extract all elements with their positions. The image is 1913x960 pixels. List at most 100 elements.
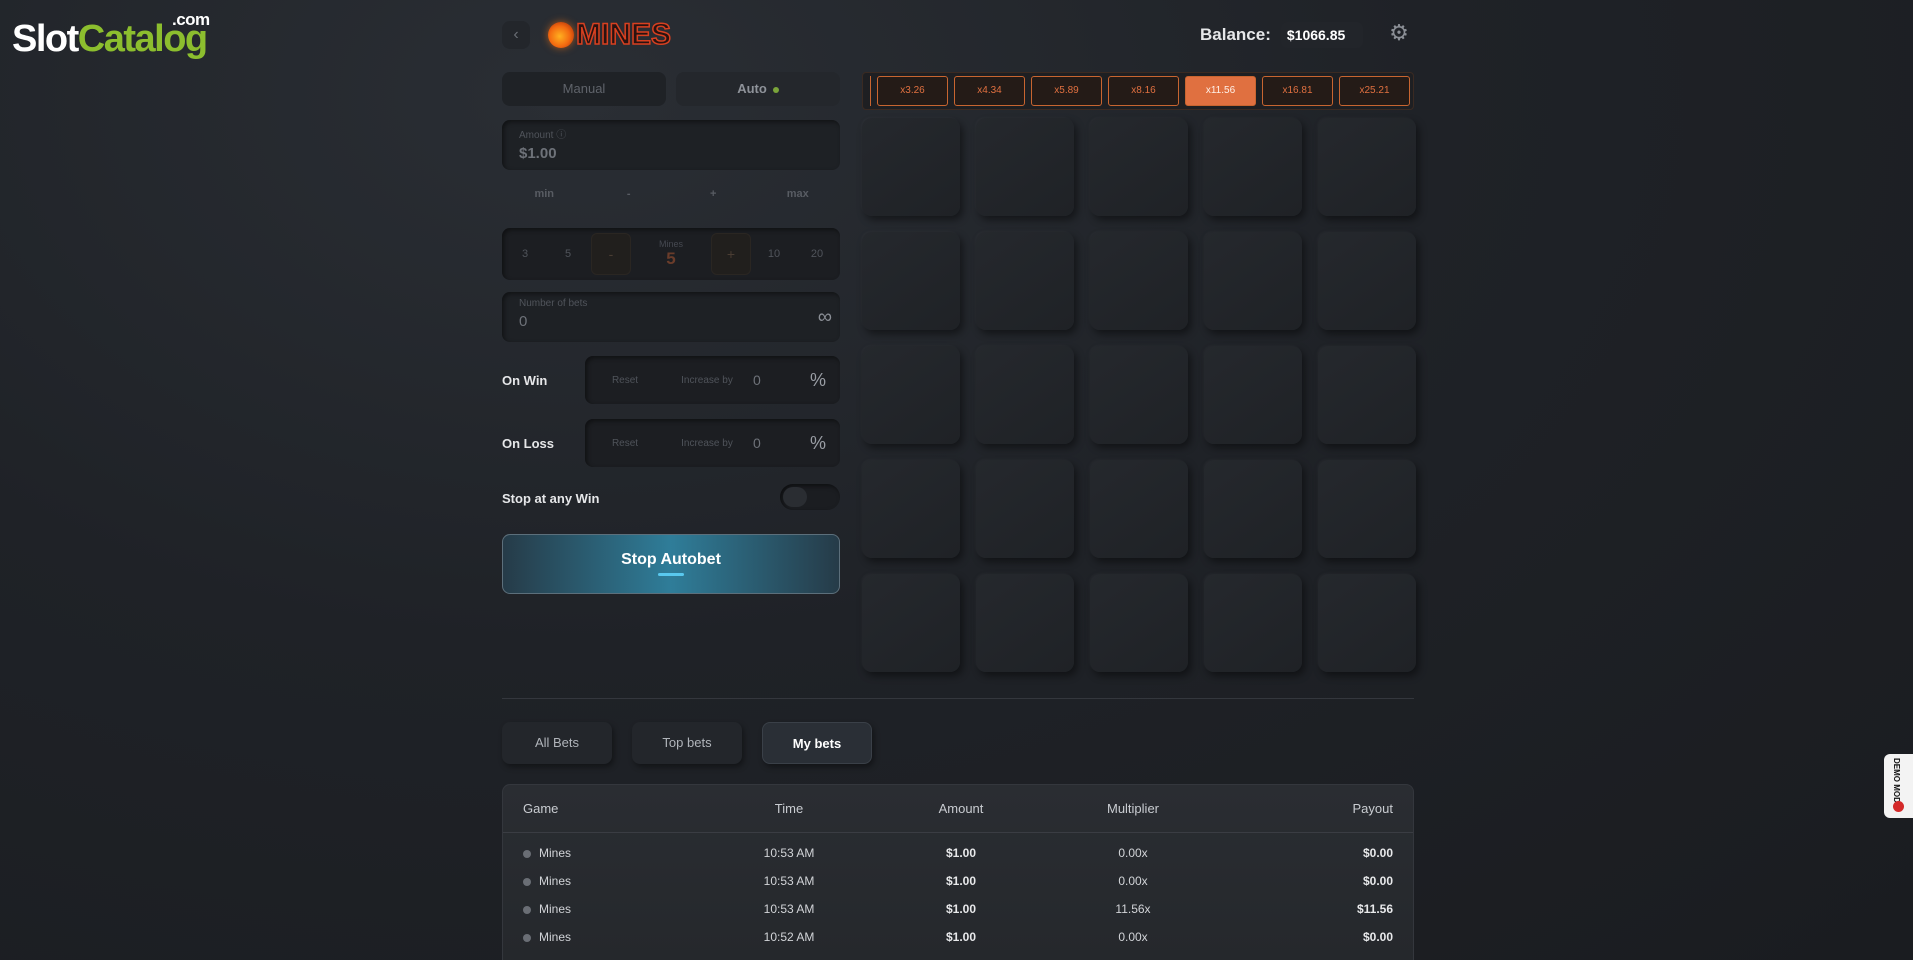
stop-autobet-label: Stop Autobet [621, 551, 721, 568]
row-multiplier: 0.00x [1118, 846, 1148, 860]
mode-tabs: Manual Auto [502, 72, 840, 106]
multiplier-chip: x16.81 [1262, 76, 1333, 106]
tab-manual[interactable]: Manual [502, 72, 666, 106]
grid-tile[interactable] [1090, 118, 1188, 216]
amount-input[interactable]: Amount ⓘ $1.00 [502, 120, 840, 170]
tab-my-bets[interactable]: My bets [762, 722, 872, 764]
number-of-bets-label: Number of bets [519, 298, 588, 309]
grid-tile[interactable] [1204, 574, 1302, 672]
mine-icon [523, 877, 531, 886]
amount-value: $1.00 [519, 145, 557, 162]
grid-tile[interactable] [976, 232, 1074, 330]
tab-auto[interactable]: Auto [676, 72, 840, 106]
tab-top-bets[interactable]: Top bets [632, 722, 742, 764]
game-logo: MINES [548, 16, 672, 54]
balance-label: Balance: [1200, 25, 1271, 44]
game-title: MINES [575, 17, 672, 52]
on-loss-controls: Reset Increase by 0 % [585, 419, 840, 467]
on-loss-reset-button[interactable]: Reset [585, 438, 665, 449]
grid-tile[interactable] [1090, 232, 1188, 330]
bets-tabs: All Bets Top bets My bets [502, 722, 872, 764]
grid-tile[interactable] [1318, 346, 1416, 444]
mines-preset-5[interactable]: 5 [548, 248, 588, 260]
infinity-icon[interactable]: ∞ [818, 306, 832, 329]
amount-min-button[interactable]: min [502, 182, 587, 206]
mines-increase-button[interactable]: + [711, 233, 751, 275]
demo-mode-badge: DEMO MODE [1884, 754, 1913, 818]
header-payout: Payout [1352, 801, 1393, 816]
row-payout: $0.00 [1362, 930, 1393, 944]
watermark-text: SlotCatalog [12, 18, 208, 61]
amount-controls: min - + max [502, 182, 840, 206]
grid-tile[interactable] [1090, 574, 1188, 672]
amount-max-button[interactable]: max [756, 182, 841, 206]
active-dot-icon [772, 86, 779, 93]
mines-preset-3[interactable]: 3 [505, 248, 545, 260]
row-multiplier: 0.00x [1118, 930, 1148, 944]
on-win-value-input[interactable]: 0 [749, 372, 810, 388]
multiplier-chip: x11.56 [1185, 76, 1256, 106]
grid-tile[interactable] [976, 118, 1074, 216]
mines-grid [862, 118, 1416, 672]
grid-tile[interactable] [976, 346, 1074, 444]
multiplier-partial [867, 76, 871, 106]
watermark-catalog: Catalog [77, 18, 208, 60]
row-multiplier: 0.00x [1118, 874, 1148, 888]
grid-tile[interactable] [1318, 460, 1416, 558]
row-time: 10:53 AM [763, 874, 815, 888]
number-of-bets-input[interactable]: Number of bets 0 ∞ [502, 292, 840, 342]
on-win-percent: % [810, 369, 827, 390]
grid-tile[interactable] [1090, 460, 1188, 558]
table-body: Mines 10:53 AM $1.00 0.00x $0.00 Mines 10:53 A… [503, 833, 1413, 951]
mines-preset-10[interactable]: 10 [754, 248, 794, 260]
multiplier-chip: x25.21 [1339, 76, 1410, 106]
header-multiplier: Multiplier [1106, 801, 1159, 816]
on-win-increase-button[interactable]: Increase by [665, 375, 749, 386]
amount-decrease-button[interactable]: - [587, 182, 672, 206]
grid-tile[interactable] [1204, 118, 1302, 216]
grid-tile[interactable] [1318, 574, 1416, 672]
grid-tile[interactable] [1090, 346, 1188, 444]
grid-tile[interactable] [1318, 232, 1416, 330]
grid-tile[interactable] [862, 574, 960, 672]
on-win-controls: Reset Increase by 0 % [585, 356, 840, 404]
row-multiplier: 11.56x [1115, 902, 1151, 916]
grid-tile[interactable] [1204, 346, 1302, 444]
on-loss-percent: % [810, 432, 827, 453]
row-game-label: Mines [539, 930, 572, 944]
on-loss-increase-button[interactable]: Increase by [665, 438, 749, 449]
mines-decrease-button[interactable]: - [591, 233, 631, 275]
grid-tile[interactable] [1204, 460, 1302, 558]
row-game-label: Mines [539, 874, 572, 888]
row-game: Mines [523, 930, 703, 944]
amount-increase-button[interactable]: + [671, 182, 756, 206]
grid-tile[interactable] [862, 232, 960, 330]
grid-tile[interactable] [862, 460, 960, 558]
table-header: Game Time Amount Multiplier Payout [503, 785, 1413, 833]
stop-any-win-toggle[interactable] [780, 484, 840, 510]
row-game: Mines [523, 902, 703, 916]
header-game: Game [523, 801, 559, 816]
grid-tile[interactable] [1204, 232, 1302, 330]
balance-display: Balance: $1066.85 [1200, 22, 1364, 48]
row-game: Mines [523, 874, 703, 888]
grid-tile[interactable] [1318, 118, 1416, 216]
mine-icon [523, 933, 531, 942]
on-loss-value-input[interactable]: 0 [749, 435, 810, 451]
multiplier-chip: x4.34 [954, 76, 1025, 106]
mines-preset-20[interactable]: 20 [797, 248, 837, 260]
fireball-icon [548, 22, 574, 48]
grid-tile[interactable] [976, 574, 1074, 672]
stop-autobet-button[interactable]: Stop Autobet [502, 534, 840, 594]
row-game-label: Mines [539, 846, 572, 860]
row-payout: $0.00 [1362, 846, 1393, 860]
back-button[interactable]: ‹ [502, 21, 530, 49]
grid-tile[interactable] [862, 118, 960, 216]
row-amount: $1.00 [945, 874, 977, 888]
tab-all-bets[interactable]: All Bets [502, 722, 612, 764]
grid-tile[interactable] [976, 460, 1074, 558]
gear-icon[interactable]: ⚙ [1388, 22, 1410, 44]
grid-tile[interactable] [862, 346, 960, 444]
header-amount: Amount [938, 801, 984, 816]
on-win-reset-button[interactable]: Reset [585, 375, 665, 386]
